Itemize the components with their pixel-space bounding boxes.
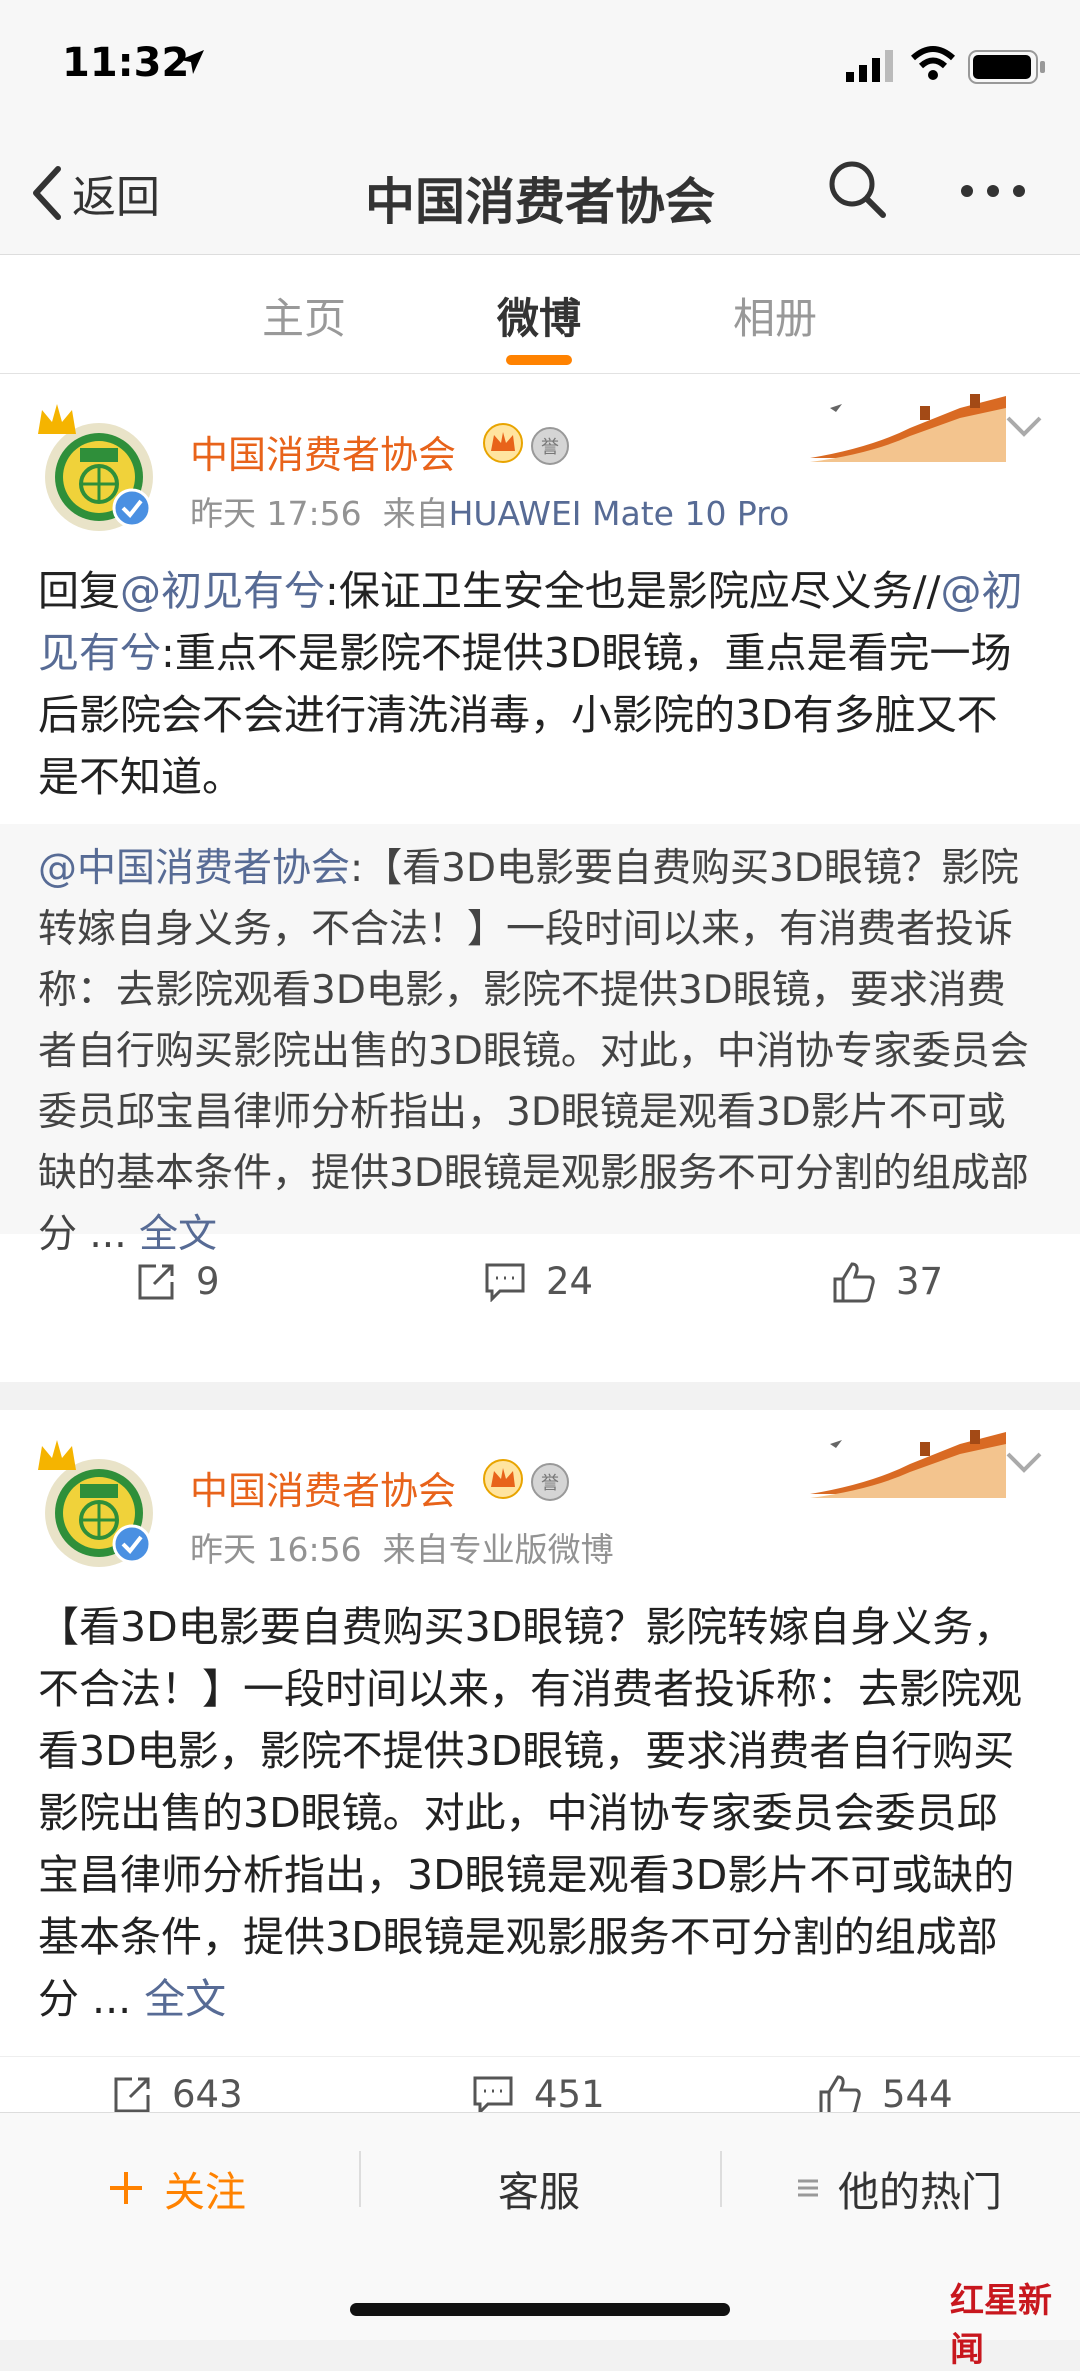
- repost-button[interactable]: 643: [112, 2073, 243, 2116]
- vip-crown-badge-icon: [483, 423, 523, 463]
- full-text-link[interactable]: 全文: [139, 1212, 217, 1257]
- like-button[interactable]: 37: [832, 1260, 943, 1303]
- follow-label: 关注: [164, 2168, 246, 2216]
- menu-lines-icon: [798, 2179, 818, 2197]
- search-icon[interactable]: [826, 158, 888, 220]
- author-name[interactable]: 中国消费者协会: [190, 1460, 456, 1515]
- post-actions: 9 24 37: [0, 1260, 1080, 1356]
- vip-crown-badge-icon: [483, 1459, 523, 1499]
- navigation-bar: 返回 中国消费者协会: [0, 130, 1080, 255]
- reply-label: 回复: [38, 567, 120, 615]
- avatar[interactable]: [34, 400, 154, 531]
- post-source: 来自专业版微博: [382, 1530, 614, 1569]
- post-meta: 昨天 17:56 来自HUAWEI Mate 10 Pro: [190, 487, 789, 535]
- post-card: 中国消费者协会 誉 昨天 16:56 来自专业版微博 【看3D电影要自费购买3D…: [0, 1410, 1080, 2116]
- customer-service-button[interactable]: 客服: [498, 2153, 580, 2223]
- post-time: 昨天 16:56: [190, 1530, 362, 1569]
- page-title: 中国消费者协会: [365, 173, 715, 231]
- thumbs-up-icon: [833, 1261, 875, 1302]
- post-time: 昨天 17:56: [190, 494, 362, 533]
- location-arrow-icon: [180, 50, 204, 74]
- plus-icon: [110, 2172, 142, 2204]
- post-separator: [0, 1382, 1080, 1410]
- comment-count: 24: [546, 1260, 594, 1303]
- post-source-prefix: 来自: [382, 494, 449, 533]
- follow-button[interactable]: 关注: [108, 2153, 246, 2223]
- retweet-block[interactable]: @中国消费者协会:【看3D电影要自费购买3D眼镜？影院转嫁自身义务，不合法！】一…: [0, 824, 1080, 1257]
- author-name[interactable]: 中国消费者协会: [190, 424, 456, 479]
- medal-badge-icon: 誉: [531, 1463, 569, 1501]
- verified-badge-icon: [112, 1524, 152, 1564]
- chevron-down-icon[interactable]: [1004, 414, 1044, 438]
- tab-album[interactable]: 相册: [733, 285, 817, 346]
- great-wall-decoration: [810, 1430, 1006, 1498]
- post-text: 回复@初见有兮:保证卫生安全也是影院应尽义务//@初见有兮:重点不是影院不提供3…: [38, 560, 1038, 808]
- post-text-part: :保证卫生安全也是影院应尽义务//: [325, 567, 941, 615]
- watermark-logo: 红星新闻: [950, 2281, 1052, 2370]
- post-text: 【看3D电影要自费购买3D眼镜？影院转嫁自身义务，不合法！】一段时间以来，有消费…: [38, 1596, 1038, 2030]
- repost-icon: [138, 1264, 174, 1299]
- battery-icon: [968, 50, 1045, 84]
- post-meta: 昨天 16:56 来自专业版微博: [190, 1523, 614, 1571]
- comment-icon: [473, 2076, 513, 2115]
- wifi-icon: [910, 46, 956, 80]
- crown-icon: [38, 1440, 76, 1470]
- retweet-body: :【看3D电影要自费购买3D眼镜？影院转嫁自身义务，不合法！】一段时间以来，有消…: [38, 846, 1029, 1257]
- bottom-toolbar: 关注 客服 他的热门 红星新闻: [0, 2112, 1080, 2370]
- service-label: 客服: [498, 2168, 580, 2216]
- repost-icon: [114, 2077, 150, 2112]
- medal-badge-icon: 誉: [531, 427, 569, 465]
- comment-icon: [485, 1263, 525, 1302]
- verified-badge-icon: [112, 488, 152, 528]
- toolbar-divider: [720, 2151, 722, 2207]
- crown-icon: [38, 404, 76, 434]
- avatar[interactable]: [34, 1436, 154, 1567]
- comment-count: 451: [534, 2073, 605, 2116]
- his-hot-label: 他的热门: [838, 2168, 1002, 2216]
- post-text-part: :重点不是影院不提供3D眼镜，重点是看完一场后影院会不会进行清洗消毒，小影院的3…: [38, 629, 1012, 801]
- mention-link[interactable]: @中国消费者协会: [38, 846, 350, 891]
- post-body: 【看3D电影要自费购买3D眼镜？影院转嫁自身义务，不合法！】一段时间以来，有消费…: [38, 1603, 1022, 2023]
- home-indicator[interactable]: [350, 2303, 730, 2316]
- tab-weibo[interactable]: 微博: [497, 285, 581, 346]
- retweet-text: @中国消费者协会:【看3D电影要自费购买3D眼镜？影院转嫁自身义务，不合法！】一…: [38, 838, 1038, 1265]
- full-text-link[interactable]: 全文: [144, 1975, 226, 2023]
- like-count: 544: [882, 2073, 953, 2116]
- comment-button[interactable]: 451: [472, 2073, 605, 2116]
- active-tab-indicator: [506, 355, 572, 365]
- comment-button[interactable]: 24: [484, 1260, 593, 1303]
- like-count: 37: [896, 1260, 944, 1303]
- tab-home[interactable]: 主页: [262, 285, 346, 346]
- cellular-signal-icon: [846, 50, 893, 82]
- thumbs-up-icon: [819, 2074, 861, 2115]
- status-bar: 11:32: [0, 0, 1080, 130]
- great-wall-decoration: [810, 394, 1006, 462]
- repost-count: 9: [196, 1260, 220, 1303]
- mention-link[interactable]: @初见有兮: [120, 567, 325, 615]
- more-icon[interactable]: [960, 184, 1026, 198]
- repost-count: 643: [172, 2073, 243, 2116]
- repost-button[interactable]: 9: [136, 1260, 220, 1303]
- toolbar-divider: [359, 2151, 361, 2207]
- svg-text:誉: 誉: [541, 1473, 559, 1494]
- svg-text:誉: 誉: [541, 437, 559, 458]
- chevron-down-icon[interactable]: [1004, 1450, 1044, 1474]
- like-button[interactable]: 544: [818, 2073, 953, 2116]
- profile-tabs: 主页 微博 相册: [0, 255, 1080, 374]
- post-device[interactable]: HUAWEI Mate 10 Pro: [449, 494, 790, 533]
- his-hot-button[interactable]: 他的热门: [796, 2153, 1002, 2223]
- status-time: 11:32: [62, 40, 190, 86]
- post-card: 中国消费者协会 誉 昨天 17:56 来自HUAWEI Mate 10 Pro …: [0, 374, 1080, 1382]
